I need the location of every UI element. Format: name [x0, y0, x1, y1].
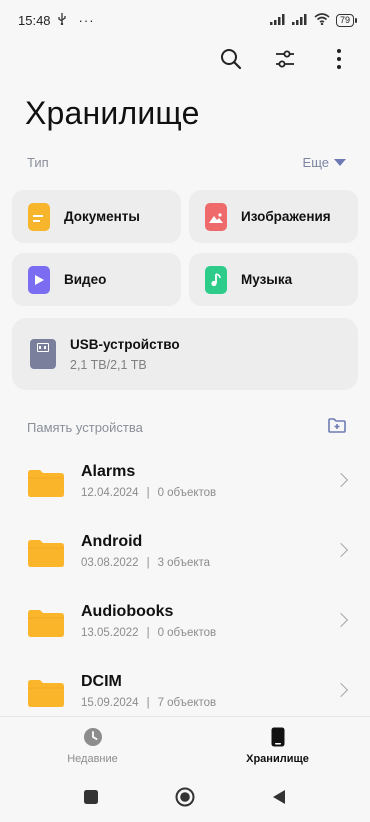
folder-meta-separator: |	[146, 487, 150, 499]
chevron-right-icon	[333, 472, 349, 488]
folder-meta-separator: |	[146, 697, 150, 709]
folder-row[interactable]: Android 03.08.2022 | 3 объекта	[0, 516, 370, 586]
folder-name: Android	[81, 533, 143, 550]
folder-name: Audiobooks	[81, 603, 174, 620]
category-label: Музыка	[241, 272, 293, 287]
bottom-nav: Недавние Хранилище	[0, 716, 370, 772]
recents-button[interactable]	[78, 784, 104, 810]
document-icon	[28, 202, 50, 231]
folder-date: 12.04.2024	[81, 487, 139, 499]
folder-name: Alarms	[81, 463, 136, 480]
toolbar	[218, 44, 352, 74]
search-icon	[221, 49, 242, 70]
nav-recent[interactable]: Недавние	[0, 717, 185, 772]
category-video[interactable]: Видео	[12, 253, 181, 306]
more-types-button[interactable]: Еще	[303, 155, 346, 170]
battery-icon: 79	[335, 13, 358, 27]
nav-storage[interactable]: Хранилище	[185, 717, 370, 772]
category-label: Документы	[64, 209, 140, 224]
usb-device-card[interactable]: USB-устройство 2,1 TB/2,1 TB	[12, 318, 358, 390]
chevron-right-icon	[333, 612, 349, 628]
new-folder-icon	[328, 418, 346, 433]
folder-meta-separator: |	[146, 627, 150, 639]
folder-count: 3 объекта	[157, 557, 211, 569]
dropdown-triangle-icon	[334, 159, 346, 166]
more-button[interactable]	[326, 44, 352, 74]
folder-icon	[28, 539, 64, 567]
chevron-right-icon	[333, 682, 349, 698]
folder-icon	[28, 679, 64, 707]
category-documents[interactable]: Документы	[12, 190, 181, 243]
usb-size: 2,1 TB/2,1 TB	[70, 357, 147, 372]
category-music[interactable]: Музыка	[189, 253, 358, 306]
folder-count: 0 объектов	[157, 487, 217, 499]
search-button[interactable]	[218, 44, 244, 74]
folder-name: DCIM	[81, 673, 122, 690]
filter-button[interactable]	[272, 44, 298, 74]
more-types-label: Еще	[302, 155, 329, 170]
square-icon	[84, 790, 98, 804]
usb-title: USB-устройство	[70, 336, 180, 352]
category-images[interactable]: Изображения	[189, 190, 358, 243]
type-section-label: Тип	[27, 155, 49, 170]
nav-recent-label: Недавние	[67, 753, 118, 765]
usb-drive-icon	[30, 339, 56, 369]
folder-date: 15.09.2024	[81, 697, 139, 709]
home-button[interactable]	[172, 784, 198, 810]
wifi-icon	[314, 12, 330, 28]
clock-icon	[83, 728, 102, 746]
music-icon	[205, 265, 227, 294]
signal-icon-2	[291, 13, 308, 28]
folder-meta-separator: |	[146, 557, 150, 569]
back-triangle-icon	[273, 790, 285, 804]
phone-storage-icon	[271, 727, 284, 747]
filter-sliders-icon	[276, 50, 294, 68]
category-label: Видео	[64, 272, 107, 287]
folder-icon	[28, 469, 64, 497]
status-dots: ···	[78, 12, 95, 28]
more-vertical-icon	[337, 49, 341, 69]
folder-date: 03.08.2022	[81, 557, 139, 569]
folder-row[interactable]: Alarms 12.04.2024 | 0 объектов	[0, 446, 370, 516]
type-section-header: Тип Еще	[27, 155, 346, 170]
page-title: Хранилище	[25, 95, 200, 131]
device-section-header: Память устройства	[27, 418, 346, 436]
usb-status-icon	[57, 12, 67, 28]
home-circle-icon	[175, 787, 195, 807]
folder-row[interactable]: Audiobooks 13.05.2022 | 0 объектов	[0, 586, 370, 656]
signal-icon	[269, 13, 286, 28]
status-bar: 15:48 ··· 79	[0, 0, 370, 40]
status-time: 15:48	[18, 12, 51, 28]
folder-icon	[28, 609, 64, 637]
category-label: Изображения	[241, 209, 331, 224]
folder-count: 7 объектов	[157, 697, 217, 709]
back-button[interactable]	[266, 784, 292, 810]
system-nav-bar	[0, 772, 370, 822]
folder-count: 0 объектов	[157, 627, 217, 639]
nav-storage-label: Хранилище	[246, 753, 309, 765]
chevron-right-icon	[333, 542, 349, 558]
device-section-label: Память устройства	[27, 419, 143, 435]
image-icon	[205, 202, 227, 231]
folder-date: 13.05.2022	[81, 627, 139, 639]
video-icon	[28, 265, 50, 294]
new-folder-button[interactable]	[328, 418, 346, 436]
